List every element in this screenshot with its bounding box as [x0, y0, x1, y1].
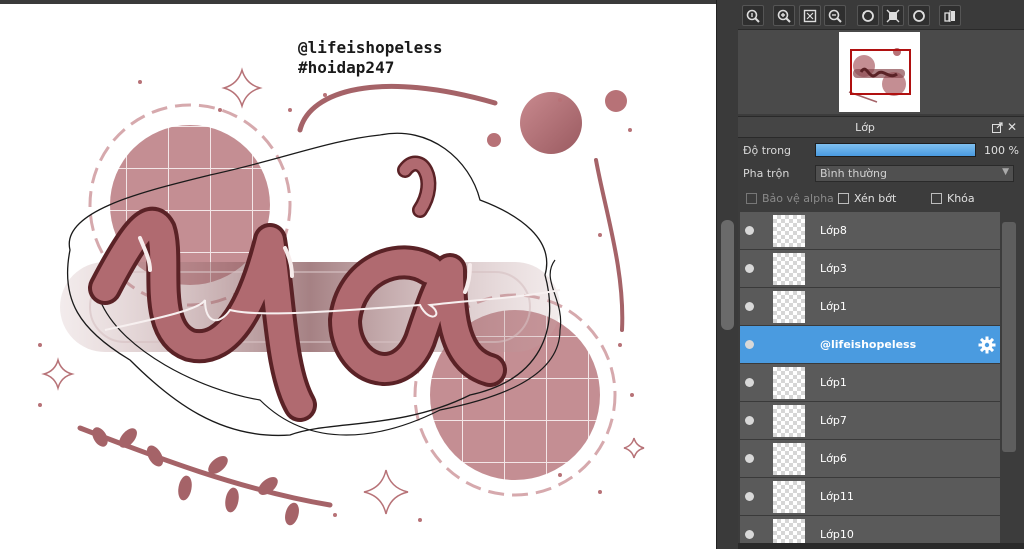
layer-row[interactable]: Lớp3 — [740, 250, 1000, 288]
rotate-right-icon — [913, 9, 925, 22]
layer-name: Lớp3 — [820, 262, 847, 275]
visibility-eye-icon[interactable] — [745, 340, 754, 349]
fit-screen-icon — [803, 9, 817, 22]
blend-mode-value: Bình thường — [820, 167, 887, 180]
layer-name: Lớp7 — [820, 414, 847, 427]
visibility-eye-icon[interactable] — [745, 264, 754, 273]
right-panel: Lớp ✕ Độ trong 100 % Pha trộn Bình thườn… — [738, 0, 1024, 549]
blend-mode-label: Pha trộn — [743, 167, 790, 180]
navigator-toolbar — [738, 0, 1024, 30]
popout-icon[interactable] — [992, 122, 1003, 133]
canvas-vertical-scrollbar[interactable] — [716, 0, 738, 549]
viewport-frame[interactable] — [850, 49, 911, 95]
soft-band — [60, 262, 560, 352]
layer-name: Lớp10 — [820, 528, 854, 541]
visibility-eye-icon[interactable] — [745, 302, 754, 311]
drawing-canvas[interactable]: @lifeishopeless #hoidap247 — [0, 0, 716, 549]
rotate-left-button[interactable] — [857, 5, 879, 26]
visibility-eye-icon[interactable] — [745, 416, 754, 425]
layer-list-scroll-thumb[interactable] — [1002, 222, 1016, 452]
canvas-scroll-thumb[interactable] — [721, 220, 734, 330]
zoom-reset-icon — [746, 9, 760, 23]
ball-large — [520, 92, 582, 154]
zoom-in-icon — [777, 9, 791, 23]
layer-thumbnail — [773, 367, 805, 399]
layer-list: Lớp8 Lớp3 Lớp1 @lifeishopeless Lớp1 Lớp7 Lớp6 L… — [740, 212, 1000, 549]
layer-name: Lớp11 — [820, 490, 854, 503]
chevron-down-icon: ▼ — [1002, 167, 1009, 177]
layer-thumbnail — [773, 481, 805, 513]
visibility-eye-icon[interactable] — [745, 454, 754, 463]
layer-thumbnail — [773, 253, 805, 285]
flip-icon — [944, 9, 955, 22]
layer-row[interactable]: Lớp6 — [740, 440, 1000, 478]
flip-button[interactable] — [939, 5, 961, 26]
blend-mode-select[interactable]: Bình thường ▼ — [815, 165, 1014, 182]
navigator-thumbnail[interactable] — [839, 32, 920, 112]
layer-list-scrollbar[interactable] — [1000, 212, 1024, 549]
rotate-left-icon — [862, 9, 874, 22]
layer-thumbnail — [773, 405, 805, 437]
zoom-reset-button[interactable] — [742, 5, 764, 26]
layer-row[interactable]: Lớp8 — [740, 212, 1000, 250]
layer-name: @lifeishopeless — [820, 338, 917, 351]
branch-decoration — [77, 425, 333, 526]
lock-label: Khóa — [947, 192, 975, 205]
zoom-in-button[interactable] — [773, 5, 795, 26]
layer-name: Lớp1 — [820, 300, 847, 313]
artwork: @lifeishopeless #hoidap247 — [38, 38, 645, 526]
close-icon[interactable]: ✕ — [1007, 120, 1017, 134]
layer-panel-header: Lớp ✕ — [738, 116, 1024, 138]
ball-small — [605, 90, 627, 112]
layer-row[interactable]: Lớp1 — [740, 288, 1000, 326]
clipping-checkbox[interactable] — [838, 193, 849, 204]
protect-alpha-label: Bảo vệ alpha — [762, 192, 834, 205]
layer-name: Lớp6 — [820, 452, 847, 465]
navigator-preview[interactable] — [738, 30, 1024, 114]
clipping-label: Xén bớt — [854, 192, 897, 205]
reset-view-icon — [886, 9, 900, 22]
layer-row[interactable]: @lifeishopeless — [740, 326, 1000, 364]
artwork-username: @lifeishopeless — [298, 38, 443, 57]
layer-row[interactable]: Lớp11 — [740, 478, 1000, 516]
rotate-right-button[interactable] — [908, 5, 930, 26]
visibility-eye-icon[interactable] — [745, 492, 754, 501]
layer-panel-bottom-bar — [738, 543, 1024, 549]
opacity-slider-fill — [816, 144, 975, 156]
reset-view-button[interactable] — [882, 5, 904, 26]
visibility-eye-icon[interactable] — [745, 378, 754, 387]
layer-name: Lớp1 — [820, 376, 847, 389]
opacity-label: Độ trong — [743, 144, 792, 157]
layer-thumbnail — [773, 291, 805, 323]
visibility-eye-icon[interactable] — [745, 530, 754, 539]
layer-row[interactable]: Lớp1 — [740, 364, 1000, 402]
protect-alpha-checkbox[interactable] — [746, 193, 757, 204]
visibility-eye-icon[interactable] — [745, 226, 754, 235]
curve-top — [297, 83, 498, 133]
lock-checkbox[interactable] — [931, 193, 942, 204]
layer-thumbnail — [773, 215, 805, 247]
zoom-out-icon — [828, 9, 842, 23]
curve-right — [594, 158, 625, 332]
app-window: @lifeishopeless #hoidap247 Lớp ✕ Độ tron… — [0, 0, 1024, 549]
layer-thumbnail — [773, 443, 805, 475]
fit-screen-button[interactable] — [799, 5, 821, 26]
zoom-out-button[interactable] — [824, 5, 846, 26]
layer-name: Lớp8 — [820, 224, 847, 237]
artwork-hashtag: #hoidap247 — [298, 58, 394, 77]
gear-icon[interactable] — [978, 336, 996, 354]
ball-tiny — [487, 133, 501, 147]
layer-panel-title: Lớp — [855, 121, 875, 134]
opacity-value: 100 % — [984, 144, 1019, 157]
layer-row[interactable]: Lớp7 — [740, 402, 1000, 440]
opacity-slider[interactable] — [815, 143, 976, 157]
layer-thumbnail — [760, 329, 808, 361]
